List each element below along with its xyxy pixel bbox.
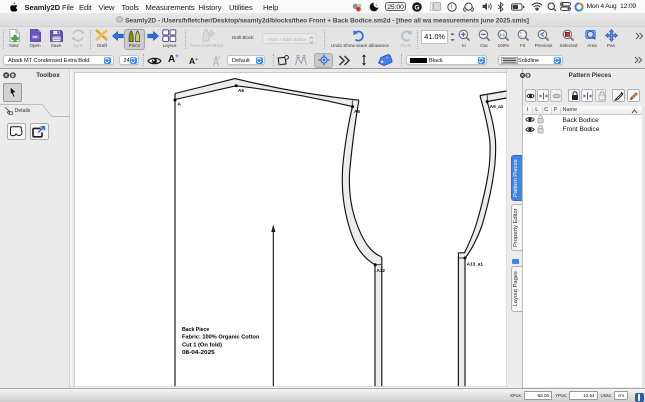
svg-text:A13_a1: A13_a1 [467,261,484,266]
svg-text:Cut 1 (On fold): Cut 1 (On fold) [182,342,222,348]
svg-text:A6: A6 [238,88,244,93]
svg-text:Fabric: 100% Organic Cotton: Fabric: 100% Organic Cotton [182,335,260,341]
svg-text:A9_a1: A9_a1 [490,104,504,109]
svg-text:A5: A5 [354,109,360,114]
svg-text:G: G [415,4,420,11]
svg-text:A12: A12 [377,268,386,273]
svg-text:1:1: 1:1 [499,32,506,37]
svg-text:L: L [376,3,378,7]
svg-text:08-04-2025: 08-04-2025 [182,350,215,356]
svg-text:!: ! [451,5,453,11]
svg-text:SM: SM [33,35,38,39]
svg-text:Back Piece: Back Piece [182,327,210,333]
